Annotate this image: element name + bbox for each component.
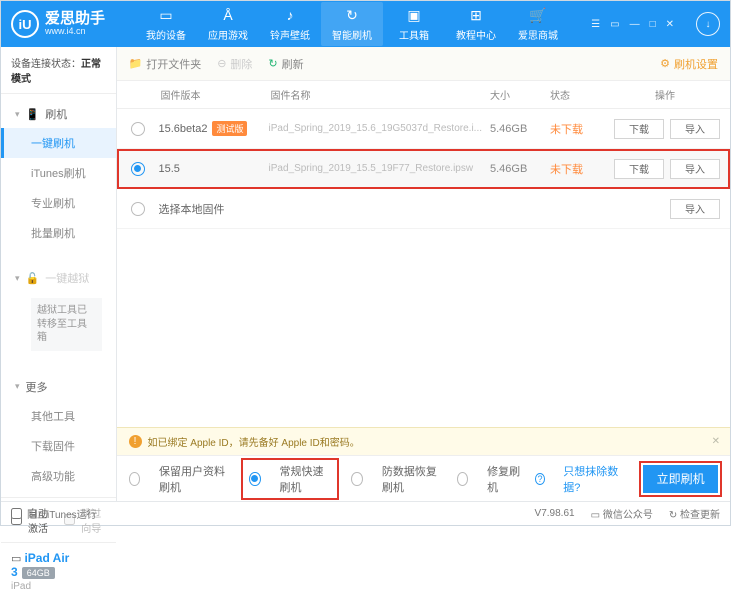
sidebar-item-itunes[interactable]: iTunes刷机 xyxy=(1,158,116,188)
sidebar: 设备连接状态：正常模式 ▾📱刷机 一键刷机 iTunes刷机 专业刷机 批量刷机… xyxy=(1,47,117,501)
device-model: iPad xyxy=(11,581,106,592)
gear-icon: ⚙ xyxy=(660,57,670,70)
nav-apps[interactable]: Å应用游戏 xyxy=(197,2,259,46)
info-icon[interactable]: ? xyxy=(535,473,545,485)
nav-ringtone[interactable]: ♪铃声壁纸 xyxy=(259,2,321,46)
import-button[interactable]: 导入 xyxy=(670,159,720,179)
select-radio[interactable] xyxy=(131,122,145,136)
sidebar-item-advanced[interactable]: 高级功能 xyxy=(1,461,116,491)
import-button[interactable]: 导入 xyxy=(670,199,720,219)
lang-icon[interactable]: ▭ xyxy=(610,19,619,30)
radio-icon xyxy=(457,472,468,486)
erase-only-link[interactable]: 只想抹除数据? xyxy=(563,463,623,495)
mode-bar: 保留用户资料刷机 常规快速刷机 防数据恢复刷机 修复刷机 ? 只想抹除数据? 立… xyxy=(117,455,731,501)
chevron-down-icon: ▾ xyxy=(15,381,20,392)
refresh-button[interactable]: ↻刷新 xyxy=(268,56,303,72)
brand-site: www.i4.cn xyxy=(45,27,105,37)
firmware-row-local[interactable]: 选择本地固件 导入 xyxy=(117,189,731,229)
check-update-link[interactable]: ↻ 检查更新 xyxy=(669,506,720,521)
music-icon: ♪ xyxy=(281,6,299,24)
mode-anti-recovery[interactable]: 防数据恢复刷机 xyxy=(351,463,442,495)
sidebar-head-jailbreak[interactable]: ▾🔓一键越狱 xyxy=(1,264,116,292)
connection-status: 设备连接状态：正常模式 xyxy=(1,47,116,94)
radio-icon xyxy=(351,472,363,486)
block-itunes-checkbox[interactable]: 阻止iTunes运行 xyxy=(11,506,97,521)
download-mgr-icon[interactable]: ↓ xyxy=(696,12,720,36)
sidebar-item-other[interactable]: 其他工具 xyxy=(1,401,116,431)
device-panel[interactable]: ▭ iPad Air 364GB iPad xyxy=(1,542,116,600)
import-button[interactable]: 导入 xyxy=(670,119,720,139)
firmware-list: 15.6beta2测试版 iPad_Spring_2019_15.6_19G50… xyxy=(117,109,731,427)
logo-icon: iU xyxy=(11,10,39,38)
top-nav: ▭我的设备 Å应用游戏 ♪铃声壁纸 ↻智能刷机 ▣工具箱 ⊞教程中心 🛒爱思商城 xyxy=(135,2,569,46)
device-icon: ▭ xyxy=(157,6,175,24)
flash-icon: ↻ xyxy=(343,6,361,24)
download-button[interactable]: 下载 xyxy=(614,119,664,139)
sidebar-head-flash[interactable]: ▾📱刷机 xyxy=(1,100,116,128)
sidebar-item-download-fw[interactable]: 下载固件 xyxy=(1,431,116,461)
toolbar: 📁打开文件夹 ⊖删除 ↻刷新 ⚙刷机设置 xyxy=(117,47,731,81)
menu-icon[interactable]: ☰ xyxy=(591,19,600,30)
warning-bar: ! 如已绑定 Apple ID，请先备好 Apple ID和密码。 ✕ xyxy=(117,427,731,455)
device-storage: 64GB xyxy=(22,567,55,579)
download-button[interactable]: 下载 xyxy=(614,159,664,179)
cart-icon: 🛒 xyxy=(529,6,547,24)
sidebar-item-batch[interactable]: 批量刷机 xyxy=(1,218,116,248)
delete-button: ⊖删除 xyxy=(217,56,252,72)
main-panel: 📁打开文件夹 ⊖删除 ↻刷新 ⚙刷机设置 固件版本 固件名称 大小 状态 操作 … xyxy=(117,47,731,501)
wechat-link[interactable]: ▭ 微信公众号 xyxy=(591,506,653,521)
tutorial-icon: ⊞ xyxy=(467,6,485,24)
radio-icon xyxy=(249,472,260,486)
mode-repair[interactable]: 修复刷机 xyxy=(457,463,521,495)
chevron-down-icon: ▾ xyxy=(15,273,20,284)
flash-settings-button[interactable]: ⚙刷机设置 xyxy=(660,56,718,72)
maximize-icon[interactable]: □ xyxy=(650,19,656,30)
open-folder-button[interactable]: 📁打开文件夹 xyxy=(129,56,202,72)
apps-icon: Å xyxy=(219,6,237,24)
sidebar-item-oneclick[interactable]: 一键刷机 xyxy=(1,128,116,158)
radio-icon xyxy=(129,472,141,486)
logo[interactable]: iU 爱思助手 www.i4.cn xyxy=(11,10,105,38)
titlebar: iU 爱思助手 www.i4.cn ▭我的设备 Å应用游戏 ♪铃声壁纸 ↻智能刷… xyxy=(1,1,730,47)
firmware-row[interactable]: 15.6beta2测试版 iPad_Spring_2019_15.6_19G50… xyxy=(117,109,731,149)
warning-icon: ! xyxy=(129,435,142,448)
folder-icon: 📁 xyxy=(129,57,143,70)
flash-now-button[interactable]: 立即刷机 xyxy=(643,465,718,493)
minimize-icon[interactable]: — xyxy=(630,19,640,30)
mode-keep-data[interactable]: 保留用户资料刷机 xyxy=(129,463,230,495)
window-controls: ☰ ▭ — □ ✕ ↓ xyxy=(591,12,720,36)
firmware-row[interactable]: 15.5 iPad_Spring_2019_15.5_19F77_Restore… xyxy=(117,149,731,189)
nav-tutorial[interactable]: ⊞教程中心 xyxy=(445,2,507,46)
brand-name: 爱思助手 xyxy=(45,11,105,28)
beta-tag: 测试版 xyxy=(212,121,247,136)
nav-my-device[interactable]: ▭我的设备 xyxy=(135,2,197,46)
delete-icon: ⊖ xyxy=(217,57,226,70)
close-warning-icon[interactable]: ✕ xyxy=(712,436,720,447)
jailbreak-note: 越狱工具已转移至工具箱 xyxy=(31,298,102,351)
nav-toolbox[interactable]: ▣工具箱 xyxy=(383,2,445,46)
refresh-icon: ↻ xyxy=(268,57,277,70)
mode-normal-fast[interactable]: 常规快速刷机 xyxy=(243,460,337,498)
nav-mall[interactable]: 🛒爱思商城 xyxy=(507,2,569,46)
version-label: V7.98.61 xyxy=(535,508,575,519)
chevron-down-icon: ▾ xyxy=(15,109,20,120)
toolbox-icon: ▣ xyxy=(405,6,423,24)
sidebar-item-pro[interactable]: 专业刷机 xyxy=(1,188,116,218)
firmware-table-head: 固件版本 固件名称 大小 状态 操作 xyxy=(117,81,731,109)
sidebar-head-more[interactable]: ▾更多 xyxy=(1,373,116,401)
close-icon[interactable]: ✕ xyxy=(666,19,674,30)
select-radio[interactable] xyxy=(131,202,145,216)
nav-flash[interactable]: ↻智能刷机 xyxy=(321,2,383,46)
select-radio[interactable] xyxy=(131,162,145,176)
